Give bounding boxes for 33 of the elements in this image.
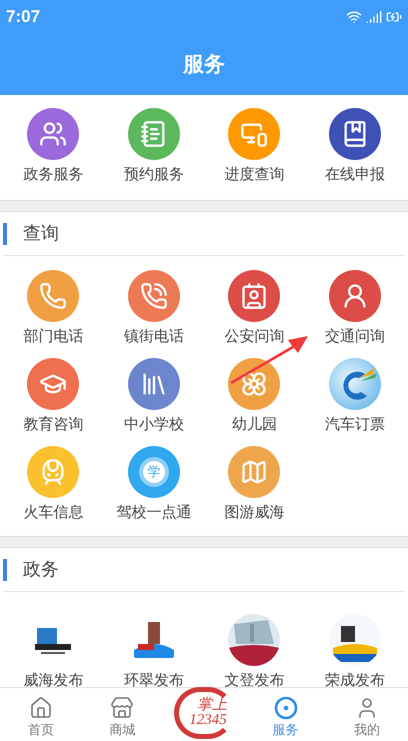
service-tile[interactable]: 学 驾校一点通 (102, 446, 205, 522)
bus-logo-icon (328, 358, 381, 410)
logo-number: 12345 (189, 713, 227, 728)
service-tile[interactable]: 教育咨询 (2, 358, 104, 434)
service-tile[interactable]: 图游威海 (203, 446, 306, 522)
service-tile[interactable]: 公安问询 (203, 270, 306, 346)
signal-icon (366, 9, 382, 25)
service-tile[interactable]: 火车信息 (2, 446, 104, 522)
wifi-icon (346, 9, 362, 25)
section-marker (3, 222, 7, 244)
service-tile[interactable]: 进度查询 (204, 108, 304, 184)
learner-badge-text: 学 (147, 463, 160, 482)
section-marker (3, 558, 7, 580)
service-tile[interactable]: 中小学校 (102, 358, 205, 434)
service-tile[interactable]: 预约服务 (104, 108, 204, 184)
tab-item[interactable]: 我的 (337, 696, 398, 739)
services-icon (274, 696, 298, 720)
store-icon (110, 696, 134, 720)
tab-item[interactable]: 首页 (10, 696, 71, 739)
service-tile[interactable]: 汽车订票 (304, 358, 406, 434)
status-time: 7:07 (6, 6, 40, 28)
service-tile[interactable]: 交通问询 (304, 270, 406, 346)
tab-item[interactable]: 商城 (92, 696, 152, 739)
section-title: 查询 (23, 222, 59, 245)
service-tile[interactable]: 幼儿园 (203, 358, 306, 434)
service-tile[interactable]: 政务服务 (3, 108, 104, 184)
service-tile[interactable]: 在线申报 (304, 108, 405, 184)
page-title: 服务 (183, 52, 225, 78)
section-title: 政务 (23, 558, 59, 581)
home-icon (28, 696, 53, 720)
service-tile[interactable]: 镇街电话 (102, 270, 205, 346)
logo-text: 掌上 (196, 698, 227, 713)
service-tile[interactable]: 部门电话 (2, 270, 104, 346)
